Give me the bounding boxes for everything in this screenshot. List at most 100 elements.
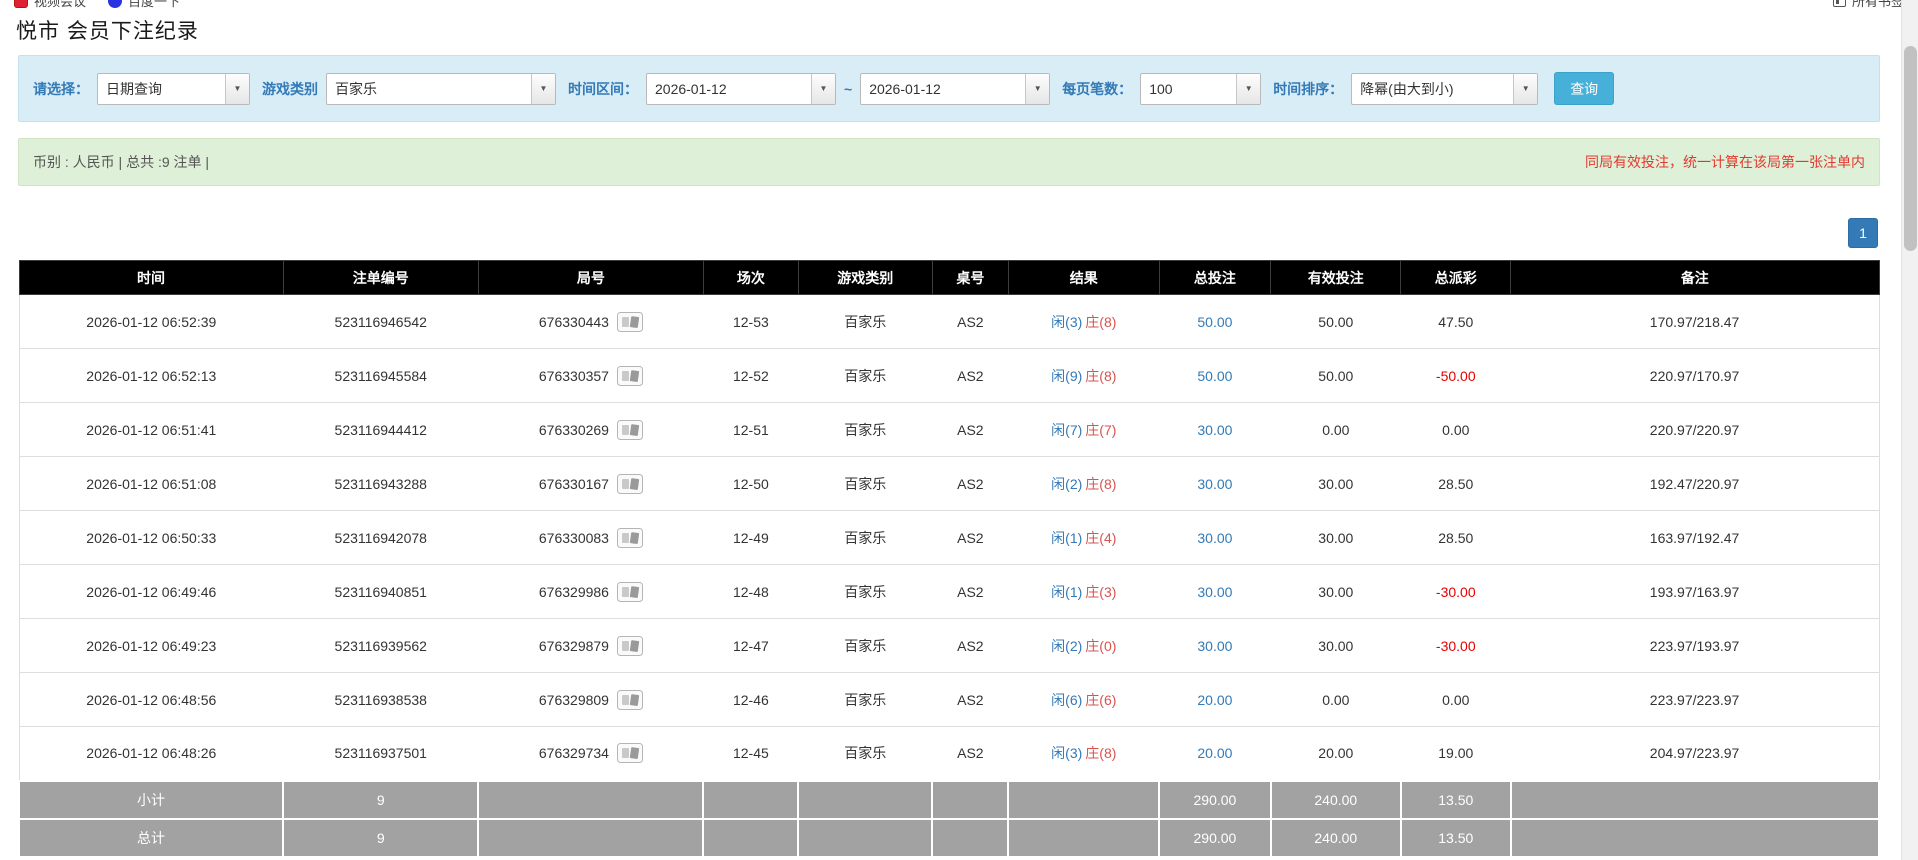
valid-bet-cell: 30.00	[1270, 510, 1401, 565]
session-cell: 12-45	[703, 726, 799, 781]
round-number: 676329879	[538, 637, 609, 654]
time-sort-select[interactable]: 降幂(由大到小) ▼	[1351, 72, 1539, 105]
main-content: 请选择： 日期查询 ▼ 游戏类别 百家乐 ▼ 时间区间： 2026-01-12 …	[17, 55, 1881, 858]
result-cell: 闲(2) 庄(0)	[1008, 618, 1160, 673]
bookmark-item[interactable]: 视频会议	[14, 0, 86, 10]
vertical-scrollbar[interactable]	[1901, 0, 1918, 860]
subtotal-label: 小计	[17, 779, 285, 820]
result-player: 闲(3)	[1051, 745, 1083, 762]
bet-id-cell: 523116945584	[283, 348, 479, 403]
total-bet-link[interactable]: 30.00	[1197, 422, 1232, 438]
total-bet-link[interactable]: 50.00	[1197, 314, 1232, 330]
page-1-button[interactable]: 1	[1848, 218, 1878, 248]
table-no-cell: AS2	[932, 672, 1009, 727]
summary-bar: 币别 : 人民币 | 总共 :9 注单 | 同局有效投注，统一计算在该局第一张注…	[18, 138, 1880, 186]
bookmark-favicon	[108, 0, 123, 8]
table-footer: 小计 9 290.00 240.00 13.50 总计 9 290.00 240…	[17, 779, 1881, 858]
result-banker: 庄(6)	[1085, 691, 1117, 708]
round-number: 676329809	[538, 691, 609, 708]
total-bet-link[interactable]: 30.00	[1197, 530, 1232, 546]
per-page-value: 100	[1149, 80, 1173, 97]
note-cell: 170.97/218.47	[1510, 294, 1880, 349]
valid-bet-cell: 0.00	[1270, 402, 1401, 457]
result-banker: 庄(0)	[1085, 637, 1117, 654]
chevron-down-icon[interactable]: ▼	[1025, 73, 1050, 104]
result-cell: 闲(9) 庄(8)	[1008, 348, 1160, 403]
bookmark-label: 百度一下	[128, 0, 181, 9]
total-bet-link[interactable]: 20.00	[1197, 745, 1232, 761]
date-from-value: 2026-01-12	[655, 80, 727, 97]
chevron-down-icon[interactable]: ▼	[1236, 73, 1261, 104]
bookmark-item[interactable]: 百度一下	[108, 0, 180, 10]
scrollbar-thumb[interactable]	[1904, 46, 1917, 251]
chevron-down-icon[interactable]: ▼	[225, 73, 249, 104]
bookmark-favicon	[14, 0, 28, 8]
range-separator: ~	[844, 80, 853, 97]
chevron-down-icon[interactable]: ▼	[811, 73, 835, 104]
road-map-icon[interactable]	[616, 365, 643, 386]
road-map-icon[interactable]	[616, 527, 643, 548]
road-map-icon[interactable]	[616, 635, 643, 656]
per-page-select[interactable]: 100 ▼	[1140, 72, 1262, 105]
road-map-icon[interactable]	[616, 311, 643, 332]
result-player: 闲(6)	[1051, 691, 1083, 708]
round-cell: 676330357	[478, 348, 704, 403]
valid-bet-cell: 0.00	[1270, 672, 1401, 727]
grand-total-empty-cell	[1509, 817, 1881, 858]
payout-cell: 47.50	[1400, 294, 1511, 349]
note-cell: 223.97/223.97	[1510, 672, 1880, 727]
time-range-label: 时间区间：	[568, 80, 638, 97]
date-type-select[interactable]: 日期查询 ▼	[97, 72, 250, 105]
result-banker: 庄(8)	[1085, 367, 1117, 384]
road-map-icon[interactable]	[616, 419, 643, 440]
payout-cell: 28.50	[1400, 510, 1511, 565]
subtotal-count: 9	[282, 779, 480, 820]
grand-total-label: 总计	[17, 817, 285, 858]
table-row: 2026-01-12 06:51:08 523116943288 6763301…	[18, 456, 1880, 511]
total-bet-link[interactable]: 20.00	[1197, 692, 1232, 708]
road-map-icon[interactable]	[616, 581, 643, 602]
round-number: 676330443	[538, 313, 609, 330]
road-map-icon[interactable]	[616, 689, 643, 710]
column-header-game: 游戏类别	[797, 260, 933, 295]
total-bet-link[interactable]: 30.00	[1197, 638, 1232, 654]
payout-cell: 28.50	[1400, 456, 1511, 511]
column-header-table-no: 桌号	[931, 260, 1009, 295]
table-row: 2026-01-12 06:50:33 523116942078 6763300…	[18, 510, 1880, 565]
bet-id-cell: 523116938538	[283, 672, 479, 727]
date-to-input[interactable]: 2026-01-12 ▼	[860, 72, 1051, 105]
bet-id-cell: 523116942078	[283, 510, 479, 565]
game-type-select[interactable]: 百家乐 ▼	[326, 72, 556, 105]
game-type-label: 游戏类别	[262, 80, 318, 97]
chevron-down-icon[interactable]: ▼	[1513, 73, 1538, 104]
total-bet-link[interactable]: 30.00	[1197, 476, 1232, 492]
table-no-cell: AS2	[932, 726, 1009, 781]
road-map-icon[interactable]	[616, 743, 643, 764]
chevron-down-icon[interactable]: ▼	[531, 73, 555, 104]
all-bookmarks-button[interactable]: 所有书签	[1832, 0, 1904, 10]
date-from-input[interactable]: 2026-01-12 ▼	[646, 72, 836, 105]
total-bet-link[interactable]: 50.00	[1197, 368, 1232, 384]
note-cell: 193.97/163.97	[1510, 564, 1880, 619]
column-header-total-bet: 总投注	[1158, 260, 1272, 295]
filter-bar: 请选择： 日期查询 ▼ 游戏类别 百家乐 ▼ 时间区间： 2026-01-12 …	[18, 55, 1880, 122]
time-cell: 2026-01-12 06:48:56	[18, 672, 284, 727]
query-button[interactable]: 查询	[1554, 72, 1615, 105]
game-cell: 百家乐	[798, 618, 933, 673]
round-number: 676330269	[538, 421, 609, 438]
bet-id-cell: 523116943288	[283, 456, 479, 511]
result-player: 闲(1)	[1051, 529, 1083, 546]
bookmark-label: 视频会议	[34, 0, 87, 9]
result-banker: 庄(8)	[1085, 745, 1117, 762]
subtotal-row: 小计 9 290.00 240.00 13.50	[17, 779, 1881, 820]
payout-cell: 19.00	[1400, 726, 1511, 781]
game-cell: 百家乐	[798, 402, 933, 457]
road-map-icon[interactable]	[616, 473, 643, 494]
payout-cell: -30.00	[1400, 618, 1511, 673]
total-bet-link[interactable]: 30.00	[1197, 584, 1232, 600]
all-bookmarks-label: 所有书签	[1851, 0, 1904, 9]
round-number: 676329986	[538, 583, 609, 600]
round-cell: 676330269	[478, 402, 704, 457]
valid-bet-cell: 30.00	[1270, 618, 1401, 673]
result-banker: 庄(8)	[1085, 475, 1117, 492]
